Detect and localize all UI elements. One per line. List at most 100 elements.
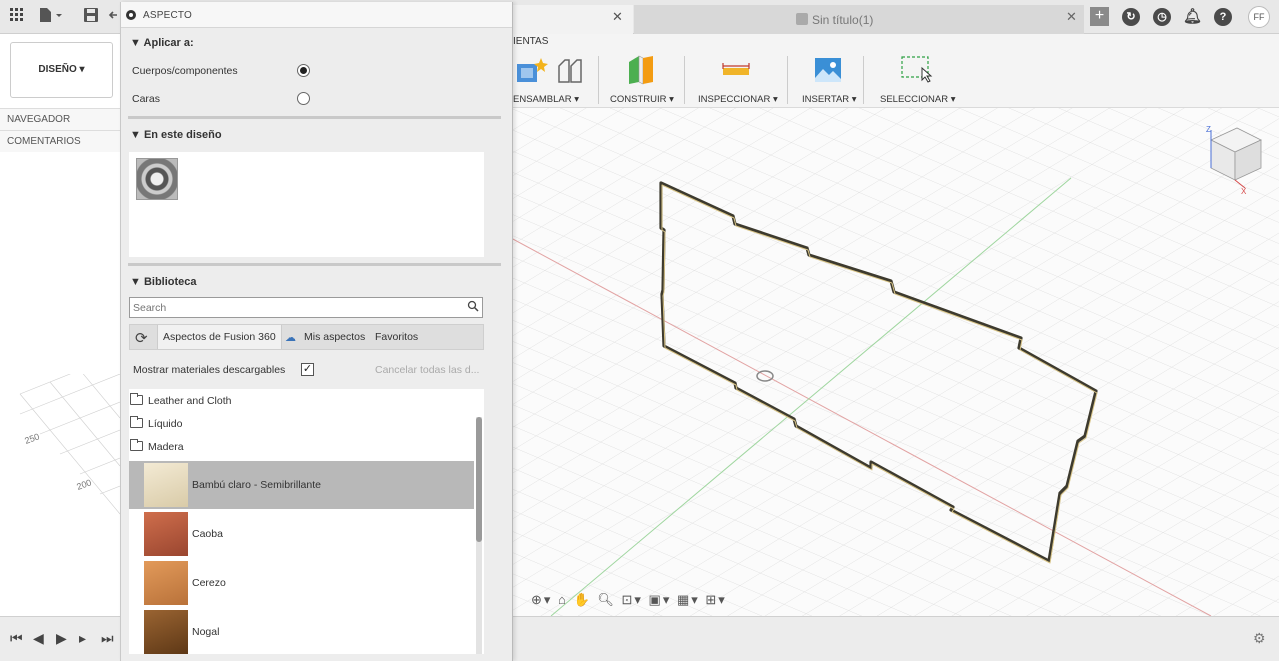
folder-icon (130, 439, 143, 451)
file-menu-icon[interactable] (38, 8, 64, 26)
material-label: Cerezo (192, 577, 226, 589)
folder-leather-cloth[interactable]: Leather and Cloth (129, 390, 474, 412)
job-status-icon[interactable]: ◷ (1153, 8, 1171, 26)
fit-zoom-icon[interactable]: ⊡▾ (621, 592, 642, 607)
close-document-tab-icon[interactable]: ✕ (1066, 9, 1077, 25)
ribbon-tab-label[interactable]: IENTAS (513, 36, 548, 47)
new-component-icon[interactable] (515, 56, 549, 86)
material-swatch (144, 512, 188, 556)
folder-label: Leather and Cloth (148, 395, 232, 407)
joint-icon[interactable] (555, 56, 585, 86)
ribbon-separator (684, 56, 685, 104)
appearance-dialog: ASPECTO ▼ Aplicar a: Cuerpos/componentes… (120, 2, 513, 661)
folder-liquido[interactable]: Líquido (129, 413, 474, 435)
comments-panel-header[interactable]: COMENTARIOS (0, 130, 120, 152)
look-at-icon[interactable]: ⌂ (558, 592, 568, 607)
select-menu[interactable]: SELECCIONAR ▾ (880, 94, 956, 105)
workspace-switcher-button[interactable]: DISEÑO ▾ (10, 42, 113, 98)
notifications-bell-icon[interactable]: 🔔︎ (1183, 8, 1202, 26)
library-scrollbar-thumb[interactable] (476, 417, 482, 542)
material-swatch (144, 463, 188, 507)
dialog-header[interactable]: ASPECTO (121, 2, 512, 28)
tab-document[interactable]: Sin título(1) (634, 5, 1084, 34)
in-design-heading[interactable]: ▼ En este diseño (130, 129, 222, 141)
assemble-menu[interactable]: ENSAMBLAR ▾ (513, 94, 579, 105)
in-design-swatch-area (129, 152, 484, 257)
viewports-icon[interactable]: ⊞▾ (705, 592, 726, 607)
document-cube-icon (796, 13, 808, 25)
toolbar-ribbon: IENTAS ENSAMBLAR ▾ CONSTRUIR ▾ INSPECCIO… (511, 34, 1279, 108)
settings-gear-icon[interactable]: ⚙ (1253, 630, 1266, 647)
radio-faces[interactable] (297, 92, 310, 105)
cancel-all-downloads-link[interactable]: Cancelar todas las d... (375, 364, 479, 376)
section-divider (128, 263, 501, 266)
apply-to-heading[interactable]: ▼ Aplicar a: (130, 37, 194, 49)
inspect-menu[interactable]: INSPECCIONAR ▾ (698, 94, 778, 105)
material-swatch (144, 610, 188, 654)
viewcube-z-label: Z (1206, 125, 1211, 134)
folder-icon (130, 393, 143, 405)
material-item-nogal[interactable]: Nogal (129, 608, 474, 654)
search-icon[interactable] (467, 300, 479, 315)
grid-label-200: 200 (75, 477, 93, 492)
material-swatch (144, 561, 188, 605)
folder-label: Líquido (148, 418, 183, 430)
display-settings-icon[interactable]: ▣▾ (649, 592, 672, 607)
grid-settings-icon[interactable]: ▦▾ (677, 592, 700, 607)
folder-madera[interactable]: Madera (129, 436, 474, 458)
selection-window-icon[interactable] (900, 54, 934, 88)
material-item-caoba[interactable]: Caoba (129, 510, 474, 558)
cloud-icon: ☁ (285, 332, 296, 344)
library-search-input[interactable] (133, 301, 463, 315)
play-icon[interactable]: ▶ (56, 630, 67, 647)
viewcube-x-label: X (1241, 187, 1247, 196)
pan-hand-icon[interactable]: ✋ (574, 592, 592, 607)
material-label: Nogal (192, 626, 220, 638)
new-tab-button[interactable]: + (1090, 7, 1109, 26)
tab-favorites[interactable]: Favoritos (375, 331, 418, 343)
show-downloadable-checkbox[interactable]: ✓ (301, 363, 314, 376)
zoom-icon[interactable]: 🔍︎ (597, 592, 616, 607)
material-item-bamboo[interactable]: Bambú claro - Semibrillante (129, 461, 474, 509)
document-tab-title: Sin título(1) (812, 13, 874, 27)
navigator-panel-header[interactable]: NAVEGADOR (0, 108, 120, 130)
grid-fragment: 250 200 (19, 374, 120, 515)
radio-bodies-components[interactable] (297, 64, 310, 77)
navigation-toolbar: ⊕▾ ⌂ ✋ 🔍︎ ⊡▾ ▣▾ ▦▾ ⊞▾ (531, 592, 771, 610)
construct-menu[interactable]: CONSTRUIR ▾ (610, 94, 674, 105)
ribbon-separator (598, 56, 599, 104)
option-bodies-components-label: Cuerpos/componentes (132, 65, 238, 77)
option-faces-label: Caras (132, 93, 161, 105)
app-grid-icon[interactable] (8, 8, 26, 26)
undo-icon[interactable] (108, 8, 118, 26)
save-icon[interactable] (82, 8, 100, 26)
library-search-box[interactable] (129, 297, 483, 318)
3d-canvas-viewport[interactable]: Z X ⊕▾ ⌂ ✋ 🔍︎ ⊡▾ ▣▾ ▦▾ ⊞▾ (511, 108, 1279, 616)
help-icon[interactable]: ? (1214, 8, 1232, 26)
folder-label: Madera (148, 441, 184, 453)
close-tab-icon[interactable]: ✕ (612, 9, 623, 25)
material-label: Caoba (192, 528, 223, 540)
step-forward-icon[interactable]: ▸ (79, 630, 86, 647)
construct-plane-icon[interactable] (625, 54, 659, 86)
insert-image-icon[interactable] (813, 56, 843, 84)
grid-label-250: 250 (23, 431, 41, 446)
insert-menu[interactable]: INSERTAR ▾ (802, 94, 857, 105)
extensions-icon[interactable]: ↻ (1122, 8, 1140, 26)
material-item-cerezo[interactable]: Cerezo (129, 559, 474, 607)
tab-fusion-appearances[interactable]: Aspectos de Fusion 360 (157, 325, 282, 349)
show-downloadable-label: Mostrar materiales descargables (133, 364, 286, 376)
section-divider (128, 116, 501, 119)
material-label: Bambú claro - Semibrillante (192, 479, 321, 491)
measure-icon[interactable] (721, 62, 751, 78)
library-heading[interactable]: ▼ Biblioteca (130, 276, 197, 288)
orbit-icon[interactable]: ⊕▾ (531, 592, 552, 607)
refresh-icon[interactable]: ⟳ (135, 329, 148, 347)
go-to-end-icon[interactable]: ⏭︎ (101, 630, 114, 647)
dialog-title: ASPECTO (143, 10, 193, 21)
applied-appearance-swatch[interactable] (136, 158, 178, 200)
user-avatar[interactable]: FF (1248, 6, 1270, 28)
go-to-start-icon[interactable]: ⏮︎ (10, 630, 23, 647)
tab-my-appearances[interactable]: Mis aspectos (304, 331, 365, 343)
step-back-icon[interactable]: ◀ (33, 630, 44, 647)
